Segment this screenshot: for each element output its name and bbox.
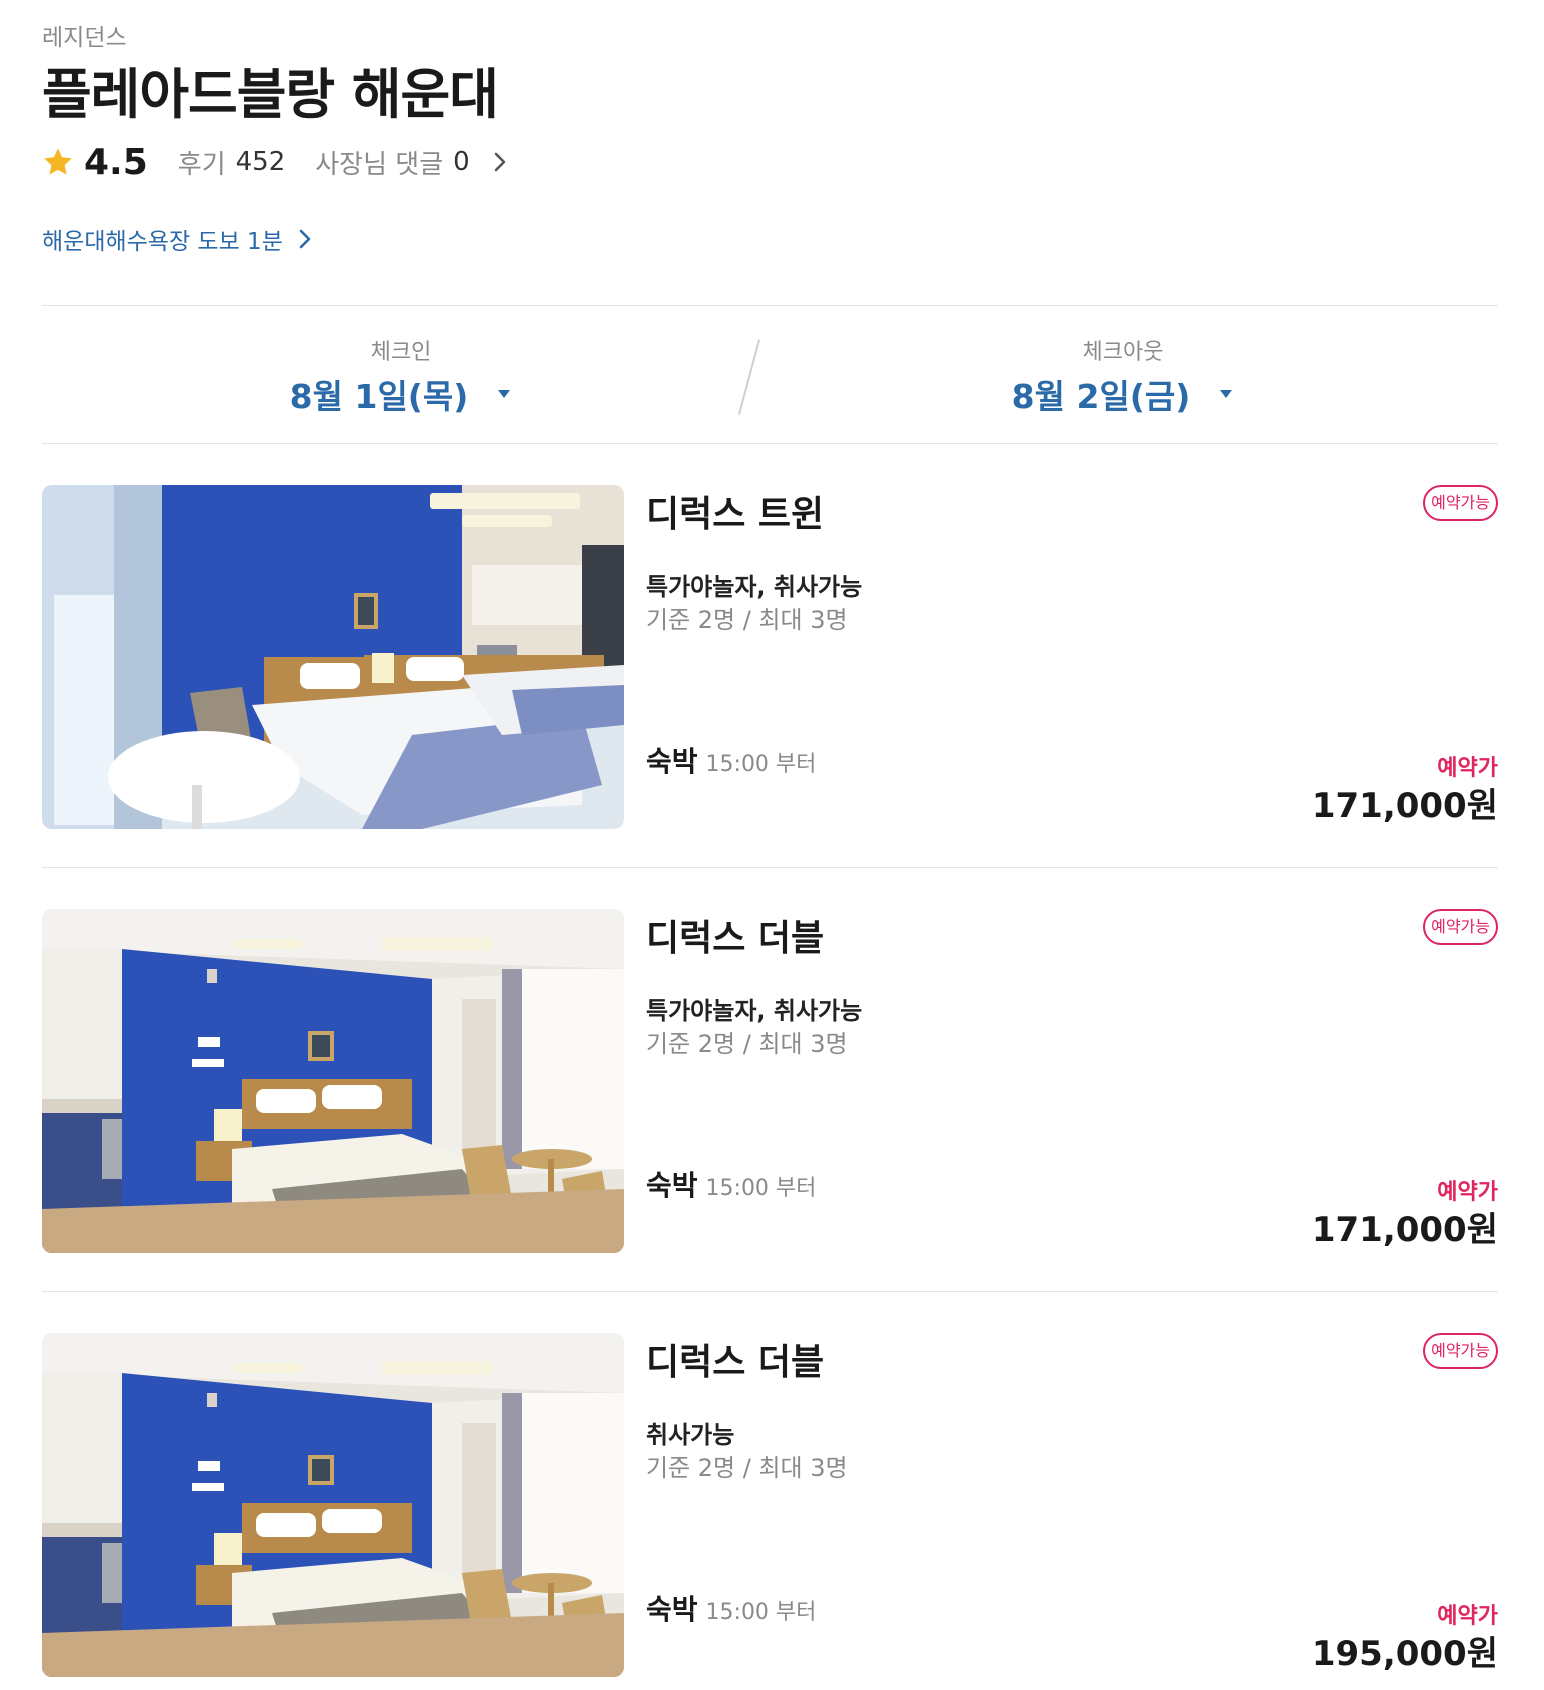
room-features: 특가야놀자, 취사가능 <box>646 573 863 601</box>
divider <box>42 305 1498 306</box>
accommodation-detail-page: 레지던스 플레아드블랑 해운대 4.5 후기 452 사장님 댓글 0 해운대해… <box>0 0 1544 1690</box>
room-photo[interactable] <box>42 485 624 829</box>
stay-info: 숙박 15:00 부터 <box>646 740 816 780</box>
owner-reply-count: 0 <box>453 147 470 177</box>
stay-type: 숙박 <box>646 745 698 778</box>
divider <box>42 867 1498 868</box>
room-name[interactable]: 디럭스 더블 <box>646 909 824 961</box>
room-card[interactable]: 디럭스 트윈 예약가능 특가야놀자, 취사가능 기준 2명 / 최대 3명 숙박… <box>42 485 1498 829</box>
checkin-time: 15:00 부터 <box>705 1600 817 1625</box>
availability-badge: 예약가능 <box>1423 1333 1498 1369</box>
checkout-date[interactable]: 8월 2일(금) <box>1012 370 1191 418</box>
stay-info: 숙박 15:00 부터 <box>646 1588 816 1628</box>
review-label: 후기 <box>177 149 226 180</box>
room-photo[interactable] <box>42 1333 624 1677</box>
room-card[interactable]: 디럭스 더블 예약가능 취사가능 기준 2명 / 최대 3명 숙박 15:00 … <box>42 1333 1498 1677</box>
location-text[interactable]: 해운대해수욕장 도보 1분 <box>42 222 283 256</box>
checkin-label: 체크인 <box>370 340 432 365</box>
stay-type: 숙박 <box>646 1593 698 1626</box>
stay-type: 숙박 <box>646 1169 698 1202</box>
caret-down-icon[interactable] <box>1218 389 1234 399</box>
rating-score: 4.5 <box>84 141 148 183</box>
checkin-time: 15:00 부터 <box>705 752 817 777</box>
room-features: 취사가능 <box>646 1421 735 1449</box>
availability-badge: 예약가능 <box>1423 909 1498 945</box>
room-price: 171,000원 <box>1311 1210 1498 1250</box>
room-name[interactable]: 디럭스 더블 <box>646 1333 824 1385</box>
room-capacity: 기준 2명 / 최대 3명 <box>646 1454 848 1482</box>
room-photo-double <box>42 1333 624 1677</box>
page-title: 플레아드블랑 해운대 <box>42 63 499 126</box>
star-icon <box>44 148 72 175</box>
checkin-selector[interactable]: 체크인 8월 1일(목) <box>161 334 641 418</box>
owner-reply-label: 사장님 댓글 <box>315 149 444 180</box>
room-card[interactable]: 디럭스 더블 예약가능 특가야놀자, 취사가능 기준 2명 / 최대 3명 숙박… <box>42 909 1498 1253</box>
room-features: 특가야놀자, 취사가능 <box>646 997 863 1025</box>
room-photo-double <box>42 909 624 1253</box>
room-photo-twin <box>42 485 624 829</box>
caret-down-icon[interactable] <box>496 389 512 399</box>
date-separator <box>737 339 761 415</box>
stay-info: 숙박 15:00 부터 <box>646 1164 816 1204</box>
divider <box>42 1291 1498 1292</box>
chevron-right-icon[interactable] <box>492 151 508 173</box>
checkout-selector[interactable]: 체크아웃 8월 2일(금) <box>883 334 1363 418</box>
room-name[interactable]: 디럭스 트윈 <box>646 485 824 537</box>
location-link[interactable]: 해운대해수욕장 도보 1분 <box>42 222 313 256</box>
category-label: 레지던스 <box>42 25 127 51</box>
room-price: 195,000원 <box>1311 1634 1498 1674</box>
checkin-date[interactable]: 8월 1일(목) <box>290 370 469 418</box>
room-photo[interactable] <box>42 909 624 1253</box>
room-price: 171,000원 <box>1311 786 1498 826</box>
room-capacity: 기준 2명 / 최대 3명 <box>646 606 848 634</box>
chevron-right-icon <box>299 229 311 249</box>
rating-row: 4.5 후기 452 사장님 댓글 0 <box>42 138 508 186</box>
availability-badge: 예약가능 <box>1423 485 1498 521</box>
divider <box>42 443 1498 444</box>
checkout-label: 체크아웃 <box>1082 340 1164 365</box>
review-count: 452 <box>235 147 286 177</box>
checkin-time: 15:00 부터 <box>705 1176 817 1201</box>
room-capacity: 기준 2명 / 최대 3명 <box>646 1030 848 1058</box>
